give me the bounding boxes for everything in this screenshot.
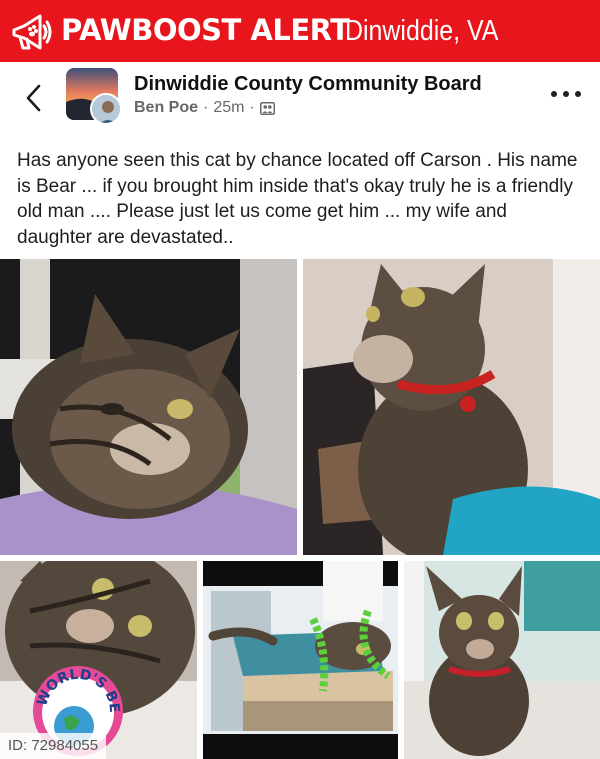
listing-id-label: ID: 72984055 [0,733,107,759]
cat-photo-3[interactable]: WORLD'S BEST [0,561,197,759]
banner-location: Dinwiddie, VA [345,15,499,47]
meta-separator-2: · [249,99,255,116]
pawboost-alert-banner: PAWBOOST ALERT Dinwiddie, VA [0,0,600,62]
back-button[interactable] [20,82,48,114]
cat-photo-1[interactable] [0,259,297,555]
cat-photo-5[interactable] [404,561,600,759]
dot-icon [575,91,581,97]
members-icon [259,101,275,115]
cat-with-red-collar-image [303,259,600,555]
banner-brand: PAWBOOST ALERT [61,13,350,47]
author-name-link[interactable]: Ben Poe [134,99,198,117]
person-image [92,95,120,123]
author-avatar[interactable] [90,93,122,125]
cat-on-cat-tree-image [203,561,398,759]
chevron-left-icon [26,84,41,112]
dot-icon [551,91,557,97]
cat-photo-4[interactable] [203,561,398,759]
post-body-text: Has anyone seen this cat by chance locat… [17,150,578,248]
more-options-button[interactable] [551,84,581,104]
megaphone-paw-icon [12,14,52,50]
post-time[interactable]: 25m [213,99,244,117]
group-name-link[interactable]: Dinwiddie County Community Board [134,73,482,96]
cat-photo-2[interactable] [303,259,600,555]
meta-separator: · [203,99,209,116]
post-meta: Ben Poe · 25m · [134,99,275,117]
dot-icon [563,91,569,97]
cat-with-worlds-best-badge-image: WORLD'S BEST [0,561,197,759]
cat-sitting-on-carpet-image [404,561,600,759]
cat-on-purple-blanket-image [0,259,297,555]
